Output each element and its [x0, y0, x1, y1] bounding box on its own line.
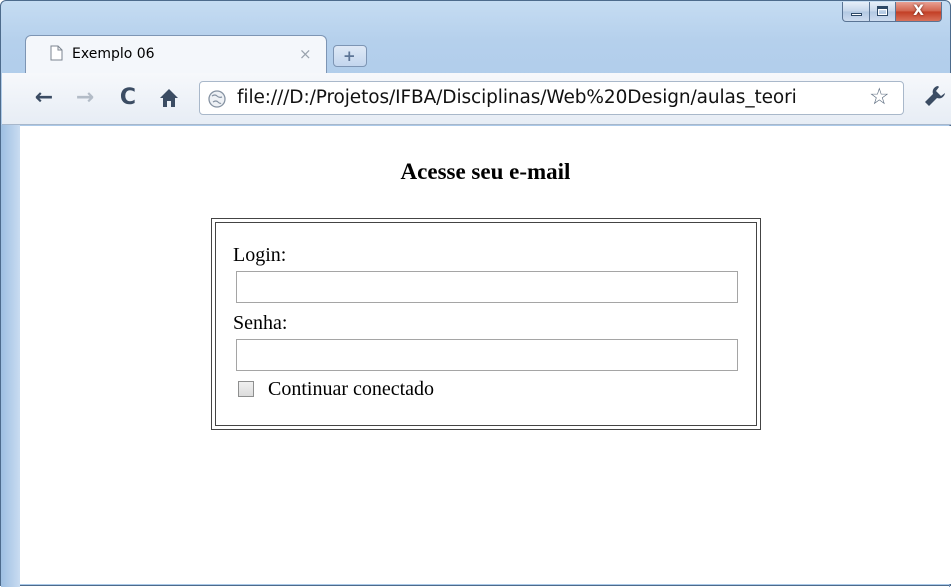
url-text: file:///D:/Projetos/IFBA/Disciplinas/Web…	[237, 87, 797, 108]
browser-window: X Exemplo 06 × + ← → C file:///D:/Projet…	[0, 0, 951, 587]
reload-button[interactable]: C	[115, 85, 141, 111]
close-window-button[interactable]: X	[896, 2, 942, 22]
wrench-icon[interactable]	[923, 84, 947, 108]
plus-icon: +	[343, 47, 356, 65]
close-icon: X	[913, 3, 924, 19]
page-title: Acesse seu e-mail	[400, 159, 571, 184]
window-frame-left	[1, 125, 20, 587]
back-button[interactable]: ←	[31, 85, 57, 111]
login-fieldset: Login: Senha: Continuar conectado	[211, 218, 761, 430]
senha-label: Senha:	[233, 312, 288, 334]
login-label: Login:	[233, 244, 287, 266]
maximize-button[interactable]	[870, 2, 896, 22]
senha-input[interactable]	[236, 339, 738, 371]
window-caption-buttons: X	[842, 2, 942, 22]
address-bar[interactable]: file:///D:/Projetos/IFBA/Disciplinas/Web…	[199, 81, 904, 115]
new-tab-button[interactable]: +	[333, 45, 367, 67]
login-fieldset-inner: Login: Senha: Continuar conectado	[215, 222, 757, 426]
page-icon	[50, 45, 63, 61]
continuar-conectado-label[interactable]: Continuar conectado	[268, 378, 434, 401]
browser-toolbar: ← → C file:///D:/Projetos/IFBA/Disciplin…	[2, 73, 951, 125]
tab-close-icon[interactable]: ×	[299, 45, 312, 63]
minimize-button[interactable]	[842, 2, 870, 22]
forward-button[interactable]: →	[72, 85, 98, 111]
minimize-icon	[851, 13, 862, 16]
continuar-conectado-checkbox[interactable]	[238, 381, 254, 397]
bookmark-star-icon[interactable]: ☆	[869, 84, 890, 110]
home-icon	[160, 89, 178, 107]
page-content: Acesse seu e-mail Login: Senha: Continua…	[20, 126, 951, 584]
globe-icon	[208, 90, 226, 108]
home-button[interactable]	[156, 85, 182, 111]
maximize-icon	[877, 6, 888, 16]
login-input[interactable]	[236, 271, 738, 303]
tab-title: Exemplo 06	[72, 46, 155, 62]
tab-exemplo-06[interactable]: Exemplo 06 ×	[25, 35, 327, 73]
